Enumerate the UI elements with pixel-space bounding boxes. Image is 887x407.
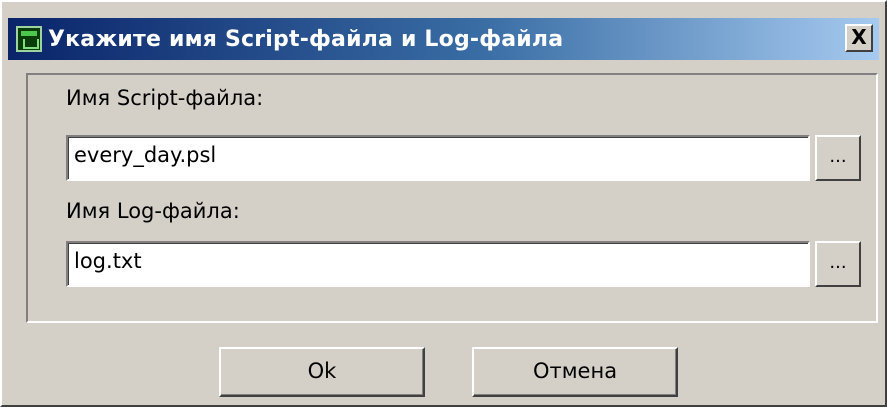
browse-log-button[interactable]: ...	[815, 241, 861, 287]
dialog-title: Укажите имя Script-файла и Log-файла	[48, 26, 564, 52]
close-button[interactable]: X	[845, 24, 873, 52]
log-file-input[interactable]: log.txt	[66, 241, 810, 287]
title-bar[interactable]: Укажите имя Script-файла и Log-файла X	[8, 18, 879, 60]
script-file-input[interactable]: every_day.psl	[66, 135, 810, 181]
cancel-button[interactable]: Отмена	[472, 347, 678, 397]
log-file-label: Имя Log-файла:	[66, 199, 240, 223]
script-file-label: Имя Script-файла:	[66, 86, 264, 110]
browse-script-button[interactable]: ...	[815, 135, 861, 181]
app-icon	[16, 26, 42, 52]
ok-button[interactable]: Ok	[219, 347, 425, 397]
